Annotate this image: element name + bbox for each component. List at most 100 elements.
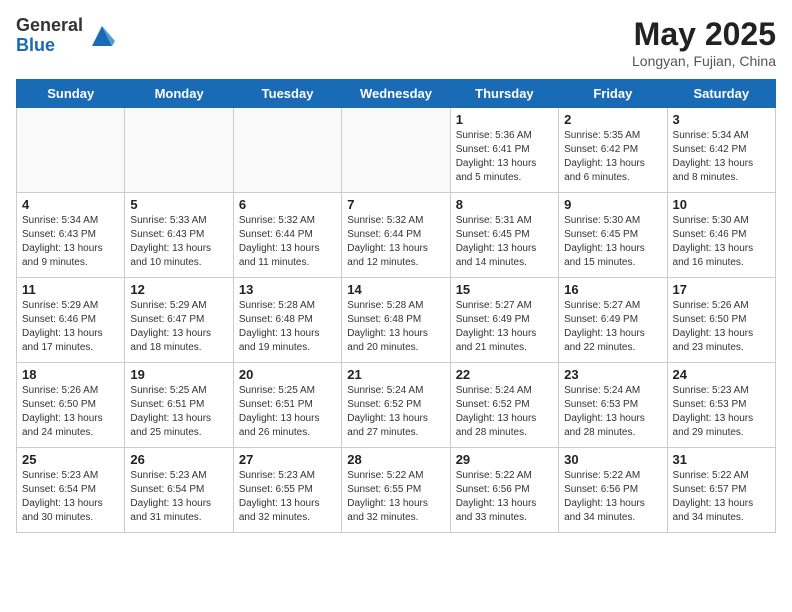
day-number: 21 xyxy=(347,367,444,382)
day-number: 26 xyxy=(130,452,227,467)
calendar-day-cell: 23 Sunrise: 5:24 AM Sunset: 6:53 PM Dayli… xyxy=(559,363,667,448)
day-info-text: Sunrise: 5:23 AM Sunset: 6:55 PM Dayligh… xyxy=(239,469,336,525)
calendar-week-row: 25 Sunrise: 5:23 AM Sunset: 6:54 PM Dayli… xyxy=(17,448,776,533)
day-info-text: Sunrise: 5:27 AM Sunset: 6:49 PM Dayligh… xyxy=(564,299,661,355)
day-number: 6 xyxy=(239,197,336,212)
month-year-title: May 2025 xyxy=(632,16,776,53)
day-info-text: Sunrise: 5:25 AM Sunset: 6:51 PM Dayligh… xyxy=(239,384,336,440)
calendar-table: SundayMondayTuesdayWednesdayThursdayFrid… xyxy=(16,79,776,533)
calendar-day-cell xyxy=(125,108,233,193)
day-info-text: Sunrise: 5:33 AM Sunset: 6:43 PM Dayligh… xyxy=(130,214,227,270)
calendar-day-cell: 15Sunrise: 5:27 AM Sunset: 6:49 PM Dayli… xyxy=(450,278,558,363)
day-number: 2 xyxy=(564,112,661,127)
calendar-day-cell: 5 Sunrise: 5:33 AM Sunset: 6:43 PM Daylig… xyxy=(125,193,233,278)
calendar-day-cell: 8Sunrise: 5:31 AM Sunset: 6:45 PM Daylig… xyxy=(450,193,558,278)
calendar-day-cell xyxy=(342,108,450,193)
calendar-day-cell: 16 Sunrise: 5:27 AM Sunset: 6:49 PM Dayli… xyxy=(559,278,667,363)
day-info-text: Sunrise: 5:34 AM Sunset: 6:42 PM Dayligh… xyxy=(673,129,770,185)
calendar-day-cell: 26Sunrise: 5:23 AM Sunset: 6:54 PM Dayli… xyxy=(125,448,233,533)
calendar-day-cell: 3 Sunrise: 5:34 AM Sunset: 6:42 PM Daylig… xyxy=(667,108,775,193)
day-info-text: Sunrise: 5:26 AM Sunset: 6:50 PM Dayligh… xyxy=(22,384,119,440)
day-number: 19 xyxy=(130,367,227,382)
calendar-week-row: 18 Sunrise: 5:26 AM Sunset: 6:50 PM Dayli… xyxy=(17,363,776,448)
calendar-day-cell: 25 Sunrise: 5:23 AM Sunset: 6:54 PM Dayli… xyxy=(17,448,125,533)
day-info-text: Sunrise: 5:29 AM Sunset: 6:47 PM Dayligh… xyxy=(130,299,227,355)
day-number: 29 xyxy=(456,452,553,467)
calendar-day-cell: 6Sunrise: 5:32 AM Sunset: 6:44 PM Daylig… xyxy=(233,193,341,278)
day-info-text: Sunrise: 5:28 AM Sunset: 6:48 PM Dayligh… xyxy=(239,299,336,355)
day-info-text: Sunrise: 5:34 AM Sunset: 6:43 PM Dayligh… xyxy=(22,214,119,270)
logo: General Blue xyxy=(16,16,117,56)
day-info-text: Sunrise: 5:23 AM Sunset: 6:53 PM Dayligh… xyxy=(673,384,770,440)
calendar-week-row: 1Sunrise: 5:36 AM Sunset: 6:41 PM Daylig… xyxy=(17,108,776,193)
day-number: 17 xyxy=(673,282,770,297)
calendar-day-cell: 19 Sunrise: 5:25 AM Sunset: 6:51 PM Dayli… xyxy=(125,363,233,448)
day-info-text: Sunrise: 5:24 AM Sunset: 6:53 PM Dayligh… xyxy=(564,384,661,440)
location-subtitle: Longyan, Fujian, China xyxy=(632,53,776,69)
day-number: 18 xyxy=(22,367,119,382)
day-number: 4 xyxy=(22,197,119,212)
day-info-text: Sunrise: 5:23 AM Sunset: 6:54 PM Dayligh… xyxy=(22,469,119,525)
calendar-day-cell: 27 Sunrise: 5:23 AM Sunset: 6:55 PM Dayli… xyxy=(233,448,341,533)
day-info-text: Sunrise: 5:30 AM Sunset: 6:45 PM Dayligh… xyxy=(564,214,661,270)
day-info-text: Sunrise: 5:25 AM Sunset: 6:51 PM Dayligh… xyxy=(130,384,227,440)
title-section: May 2025 Longyan, Fujian, China xyxy=(632,16,776,69)
calendar-day-cell: 24 Sunrise: 5:23 AM Sunset: 6:53 PM Dayli… xyxy=(667,363,775,448)
calendar-day-cell: 12 Sunrise: 5:29 AM Sunset: 6:47 PM Dayli… xyxy=(125,278,233,363)
calendar-week-row: 4 Sunrise: 5:34 AM Sunset: 6:43 PM Daylig… xyxy=(17,193,776,278)
logo-general-text: General xyxy=(16,16,83,36)
day-number: 7 xyxy=(347,197,444,212)
calendar-day-cell: 13Sunrise: 5:28 AM Sunset: 6:48 PM Dayli… xyxy=(233,278,341,363)
day-number: 16 xyxy=(564,282,661,297)
day-number: 27 xyxy=(239,452,336,467)
calendar-day-cell: 4 Sunrise: 5:34 AM Sunset: 6:43 PM Daylig… xyxy=(17,193,125,278)
day-number: 12 xyxy=(130,282,227,297)
day-info-text: Sunrise: 5:29 AM Sunset: 6:46 PM Dayligh… xyxy=(22,299,119,355)
day-of-week-header: Sunday xyxy=(17,80,125,108)
day-of-week-header: Monday xyxy=(125,80,233,108)
day-info-text: Sunrise: 5:30 AM Sunset: 6:46 PM Dayligh… xyxy=(673,214,770,270)
logo-icon xyxy=(87,21,117,51)
day-of-week-header: Saturday xyxy=(667,80,775,108)
day-number: 1 xyxy=(456,112,553,127)
page-header: General Blue May 2025 Longyan, Fujian, C… xyxy=(16,16,776,69)
day-of-week-header: Friday xyxy=(559,80,667,108)
day-number: 15 xyxy=(456,282,553,297)
calendar-header-row: SundayMondayTuesdayWednesdayThursdayFrid… xyxy=(17,80,776,108)
day-info-text: Sunrise: 5:28 AM Sunset: 6:48 PM Dayligh… xyxy=(347,299,444,355)
day-number: 14 xyxy=(347,282,444,297)
logo-blue-text: Blue xyxy=(16,36,83,56)
day-of-week-header: Wednesday xyxy=(342,80,450,108)
calendar-day-cell: 21Sunrise: 5:24 AM Sunset: 6:52 PM Dayli… xyxy=(342,363,450,448)
day-number: 22 xyxy=(456,367,553,382)
calendar-day-cell xyxy=(233,108,341,193)
calendar-day-cell: 14 Sunrise: 5:28 AM Sunset: 6:48 PM Dayli… xyxy=(342,278,450,363)
calendar-day-cell: 20Sunrise: 5:25 AM Sunset: 6:51 PM Dayli… xyxy=(233,363,341,448)
day-number: 5 xyxy=(130,197,227,212)
day-info-text: Sunrise: 5:32 AM Sunset: 6:44 PM Dayligh… xyxy=(347,214,444,270)
day-number: 28 xyxy=(347,452,444,467)
calendar-day-cell: 31 Sunrise: 5:22 AM Sunset: 6:57 PM Dayli… xyxy=(667,448,775,533)
day-info-text: Sunrise: 5:22 AM Sunset: 6:57 PM Dayligh… xyxy=(673,469,770,525)
calendar-day-cell: 10Sunrise: 5:30 AM Sunset: 6:46 PM Dayli… xyxy=(667,193,775,278)
calendar-day-cell: 2 Sunrise: 5:35 AM Sunset: 6:42 PM Daylig… xyxy=(559,108,667,193)
calendar-day-cell: 17 Sunrise: 5:26 AM Sunset: 6:50 PM Dayli… xyxy=(667,278,775,363)
day-info-text: Sunrise: 5:26 AM Sunset: 6:50 PM Dayligh… xyxy=(673,299,770,355)
day-of-week-header: Thursday xyxy=(450,80,558,108)
calendar-day-cell: 18 Sunrise: 5:26 AM Sunset: 6:50 PM Dayli… xyxy=(17,363,125,448)
day-number: 24 xyxy=(673,367,770,382)
day-number: 3 xyxy=(673,112,770,127)
calendar-day-cell: 29Sunrise: 5:22 AM Sunset: 6:56 PM Dayli… xyxy=(450,448,558,533)
calendar-week-row: 11 Sunrise: 5:29 AM Sunset: 6:46 PM Dayli… xyxy=(17,278,776,363)
day-number: 30 xyxy=(564,452,661,467)
day-number: 11 xyxy=(22,282,119,297)
day-number: 23 xyxy=(564,367,661,382)
calendar-day-cell: 30 Sunrise: 5:22 AM Sunset: 6:56 PM Dayli… xyxy=(559,448,667,533)
day-number: 25 xyxy=(22,452,119,467)
day-info-text: Sunrise: 5:22 AM Sunset: 6:56 PM Dayligh… xyxy=(564,469,661,525)
day-info-text: Sunrise: 5:35 AM Sunset: 6:42 PM Dayligh… xyxy=(564,129,661,185)
day-info-text: Sunrise: 5:22 AM Sunset: 6:55 PM Dayligh… xyxy=(347,469,444,525)
day-number: 9 xyxy=(564,197,661,212)
calendar-day-cell: 7 Sunrise: 5:32 AM Sunset: 6:44 PM Daylig… xyxy=(342,193,450,278)
day-number: 31 xyxy=(673,452,770,467)
